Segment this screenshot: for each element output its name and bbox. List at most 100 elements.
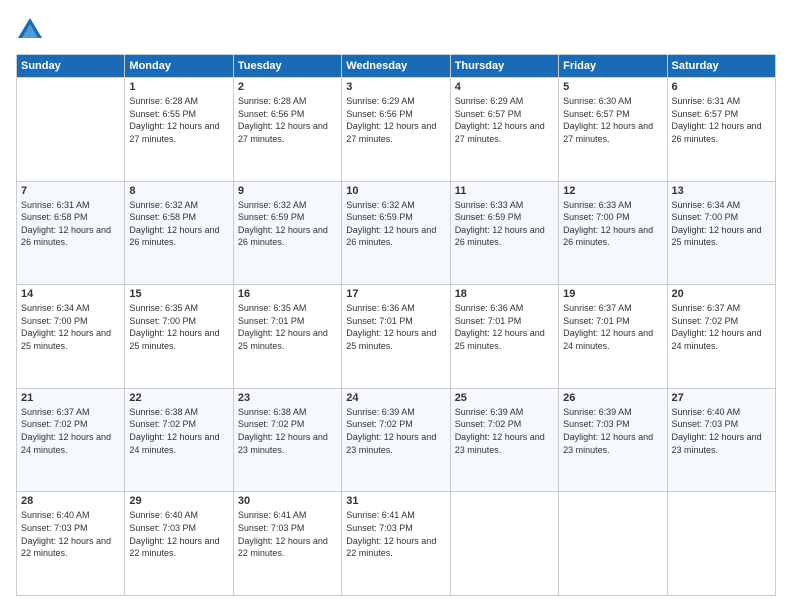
day-number: 16 [238,288,337,300]
weekday-header-row: SundayMondayTuesdayWednesdayThursdayFrid… [17,55,776,78]
day-number: 4 [455,81,554,93]
day-number: 5 [563,81,662,93]
day-cell-23: 23Sunrise: 6:38 AMSunset: 7:02 PMDayligh… [233,388,341,492]
day-info: Sunrise: 6:35 AMSunset: 7:00 PMDaylight:… [129,302,228,352]
day-number: 15 [129,288,228,300]
day-cell-26: 26 Sunrise: 6:39 AMSunset: 7:03 PMDayligh… [559,388,667,492]
day-cell-7: 7 Sunrise: 6:31 AMSunset: 6:58 PMDaylight… [17,181,125,285]
day-number: 11 [455,185,554,197]
day-info: Sunrise: 6:37 AMSunset: 7:01 PMDaylight:… [563,302,662,352]
day-number: 2 [238,81,337,93]
day-number: 19 [563,288,662,300]
weekday-header-sunday: Sunday [17,55,125,78]
day-cell-27: 27 Sunrise: 6:40 AMSunset: 7:03 PMDayligh… [667,388,775,492]
day-info: Sunrise: 6:35 AMSunset: 7:01 PMDaylight:… [238,302,337,352]
day-cell-30: 30 Sunrise: 6:41 AMSunset: 7:03 PMDayligh… [233,492,341,596]
day-cell-13: 13 Sunrise: 6:34 AMSunset: 7:00 PMDayligh… [667,181,775,285]
day-number: 30 [238,495,337,507]
day-number: 6 [672,81,771,93]
day-number: 28 [21,495,120,507]
day-cell-17: 17 Sunrise: 6:36 AMSunset: 7:01 PMDayligh… [342,285,450,389]
day-cell-15: 15 Sunrise: 6:35 AMSunset: 7:00 PMDayligh… [125,285,233,389]
weekday-header-wednesday: Wednesday [342,55,450,78]
day-cell-10: 10Sunrise: 6:32 AMSunset: 6:59 PMDayligh… [342,181,450,285]
day-number: 29 [129,495,228,507]
weekday-header-friday: Friday [559,55,667,78]
day-cell-20: 20 Sunrise: 6:37 AMSunset: 7:02 PMDayligh… [667,285,775,389]
day-cell-2: 2 Sunrise: 6:28 AMSunset: 6:56 PMDaylight… [233,78,341,182]
weekday-header-thursday: Thursday [450,55,558,78]
day-cell-22: 22 Sunrise: 6:38 AMSunset: 7:02 PMDayligh… [125,388,233,492]
page: SundayMondayTuesdayWednesdayThursdayFrid… [0,0,792,612]
header [16,16,776,44]
week-row-3: 21 Sunrise: 6:37 AMSunset: 7:02 PMDayligh… [17,388,776,492]
day-cell-24: 24 Sunrise: 6:39 AMSunset: 7:02 PMDayligh… [342,388,450,492]
day-info: Sunrise: 6:38 AMSunset: 7:02 PMDaylight:… [129,406,228,456]
day-number: 3 [346,81,445,93]
day-info: Sunrise: 6:40 AMSunset: 7:03 PMDaylight:… [129,509,228,559]
day-number: 27 [672,392,771,404]
day-info: Sunrise: 6:39 AMSunset: 7:03 PMDaylight:… [563,406,662,456]
day-info: Sunrise: 6:40 AMSunset: 7:03 PMDaylight:… [21,509,120,559]
day-info: Sunrise: 6:32 AMSunset: 6:59 PMDaylight:… [346,199,445,249]
day-cell-4: 4 Sunrise: 6:29 AMSunset: 6:57 PMDaylight… [450,78,558,182]
empty-cell [559,492,667,596]
day-info: Sunrise: 6:33 AMSunset: 6:59 PMDaylight:… [455,199,554,249]
weekday-header-tuesday: Tuesday [233,55,341,78]
logo [16,16,46,44]
day-number: 7 [21,185,120,197]
day-cell-31: 31Sunrise: 6:41 AMSunset: 7:03 PMDayligh… [342,492,450,596]
week-row-4: 28 Sunrise: 6:40 AMSunset: 7:03 PMDayligh… [17,492,776,596]
empty-cell [17,78,125,182]
day-info: Sunrise: 6:36 AMSunset: 7:01 PMDaylight:… [455,302,554,352]
day-number: 14 [21,288,120,300]
day-number: 25 [455,392,554,404]
day-info: Sunrise: 6:41 AMSunset: 7:03 PMDaylight:… [238,509,337,559]
week-row-2: 14Sunrise: 6:34 AMSunset: 7:00 PMDayligh… [17,285,776,389]
day-info: Sunrise: 6:39 AMSunset: 7:02 PMDaylight:… [346,406,445,456]
day-info: Sunrise: 6:32 AMSunset: 6:58 PMDaylight:… [129,199,228,249]
day-cell-29: 29 Sunrise: 6:40 AMSunset: 7:03 PMDayligh… [125,492,233,596]
day-cell-9: 9Sunrise: 6:32 AMSunset: 6:59 PMDaylight… [233,181,341,285]
weekday-header-monday: Monday [125,55,233,78]
day-cell-16: 16 Sunrise: 6:35 AMSunset: 7:01 PMDayligh… [233,285,341,389]
day-number: 13 [672,185,771,197]
logo-icon [16,16,44,44]
day-number: 21 [21,392,120,404]
day-info: Sunrise: 6:33 AMSunset: 7:00 PMDaylight:… [563,199,662,249]
day-number: 31 [346,495,445,507]
day-number: 24 [346,392,445,404]
day-info: Sunrise: 6:38 AMSunset: 7:02 PMDaylight:… [238,406,337,456]
day-cell-19: 19 Sunrise: 6:37 AMSunset: 7:01 PMDayligh… [559,285,667,389]
day-cell-1: 1 Sunrise: 6:28 AMSunset: 6:55 PMDaylight… [125,78,233,182]
calendar-table: SundayMondayTuesdayWednesdayThursdayFrid… [16,54,776,596]
day-cell-5: 5 Sunrise: 6:30 AMSunset: 6:57 PMDaylight… [559,78,667,182]
day-info: Sunrise: 6:29 AMSunset: 6:57 PMDaylight:… [455,95,554,145]
day-info: Sunrise: 6:39 AMSunset: 7:02 PMDaylight:… [455,406,554,456]
day-number: 18 [455,288,554,300]
day-cell-11: 11 Sunrise: 6:33 AMSunset: 6:59 PMDayligh… [450,181,558,285]
day-cell-12: 12 Sunrise: 6:33 AMSunset: 7:00 PMDayligh… [559,181,667,285]
day-info: Sunrise: 6:28 AMSunset: 6:56 PMDaylight:… [238,95,337,145]
day-info: Sunrise: 6:37 AMSunset: 7:02 PMDaylight:… [21,406,120,456]
day-number: 20 [672,288,771,300]
weekday-header-saturday: Saturday [667,55,775,78]
day-number: 17 [346,288,445,300]
day-info: Sunrise: 6:40 AMSunset: 7:03 PMDaylight:… [672,406,771,456]
day-info: Sunrise: 6:37 AMSunset: 7:02 PMDaylight:… [672,302,771,352]
day-info: Sunrise: 6:31 AMSunset: 6:58 PMDaylight:… [21,199,120,249]
day-number: 22 [129,392,228,404]
day-number: 26 [563,392,662,404]
day-cell-18: 18 Sunrise: 6:36 AMSunset: 7:01 PMDayligh… [450,285,558,389]
day-info: Sunrise: 6:34 AMSunset: 7:00 PMDaylight:… [672,199,771,249]
day-number: 12 [563,185,662,197]
day-cell-28: 28 Sunrise: 6:40 AMSunset: 7:03 PMDayligh… [17,492,125,596]
day-cell-25: 25 Sunrise: 6:39 AMSunset: 7:02 PMDayligh… [450,388,558,492]
day-info: Sunrise: 6:32 AMSunset: 6:59 PMDaylight:… [238,199,337,249]
day-info: Sunrise: 6:28 AMSunset: 6:55 PMDaylight:… [129,95,228,145]
week-row-1: 7 Sunrise: 6:31 AMSunset: 6:58 PMDaylight… [17,181,776,285]
day-info: Sunrise: 6:30 AMSunset: 6:57 PMDaylight:… [563,95,662,145]
day-cell-14: 14Sunrise: 6:34 AMSunset: 7:00 PMDayligh… [17,285,125,389]
day-number: 1 [129,81,228,93]
day-info: Sunrise: 6:36 AMSunset: 7:01 PMDaylight:… [346,302,445,352]
